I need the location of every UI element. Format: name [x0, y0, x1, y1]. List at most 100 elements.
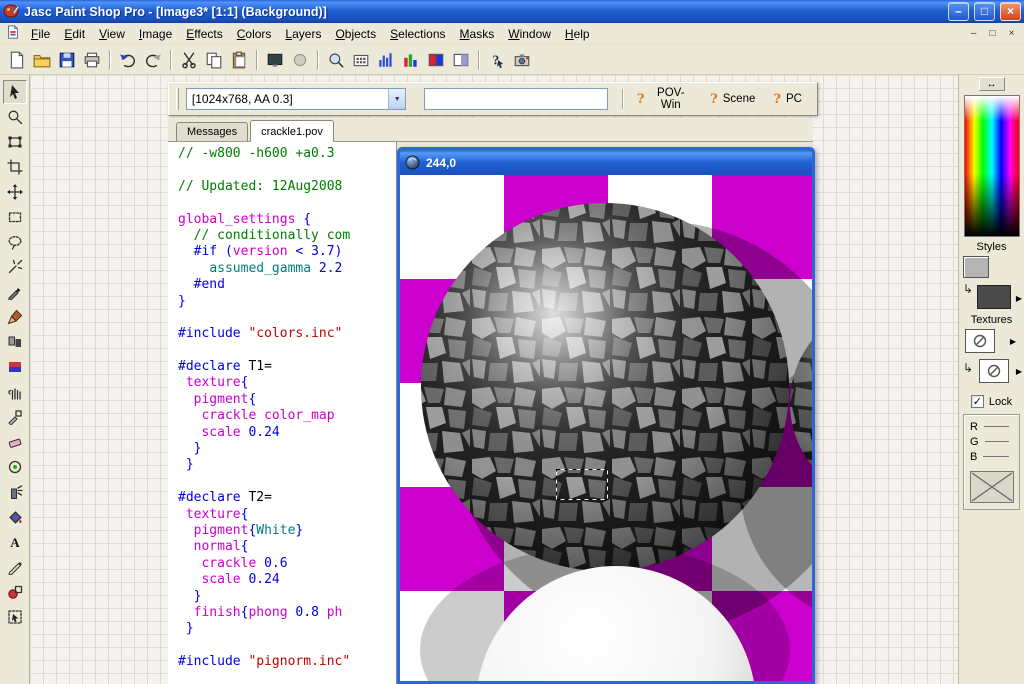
code-area[interactable]: // -w800 -h600 +a0.3 // Updated: 12Aug20… [168, 142, 397, 684]
tool-airbrush-button[interactable] [3, 480, 27, 504]
render-window: 244,0 [397, 147, 815, 684]
tool-crop-button[interactable] [3, 155, 27, 179]
text-entry-button[interactable] [349, 48, 373, 72]
dropdown-arrow-icon[interactable]: ▼ [388, 89, 405, 109]
color-palette-button[interactable] [424, 48, 448, 72]
menu-window[interactable]: Window [501, 24, 558, 44]
browse-button[interactable] [324, 48, 348, 72]
tool-paint-brush-button[interactable] [3, 305, 27, 329]
swap-styles-icon[interactable]: ↳ [963, 282, 973, 296]
full-screen-preview-button[interactable] [263, 48, 287, 72]
tool-object-selector-button[interactable] [3, 605, 27, 629]
menu-effects[interactable]: Effects [179, 24, 229, 44]
tool-eraser-button[interactable] [3, 430, 27, 454]
context-help-button[interactable]: ? [485, 48, 509, 72]
toolbar-grip[interactable] [176, 88, 179, 110]
copy-icon [205, 51, 223, 69]
tab-crackle1-pov[interactable]: crackle1.pov [250, 120, 334, 142]
tab-messages[interactable]: Messages [176, 122, 248, 141]
restore-button[interactable]: □ [974, 2, 995, 21]
print-button[interactable] [80, 48, 104, 72]
background-texture-swatch[interactable] [979, 359, 1009, 383]
menu-view[interactable]: View [92, 24, 132, 44]
crossed-out-icon [971, 472, 1013, 502]
tool-magic-wand-button[interactable] [3, 255, 27, 279]
normal-viewing-button[interactable] [288, 48, 312, 72]
screen-split-button[interactable] [449, 48, 473, 72]
render-image[interactable] [400, 175, 812, 681]
mdi-minimize-button[interactable]: – [965, 26, 982, 41]
menu-image[interactable]: Image [132, 24, 179, 44]
texture-flyout-arrow-icon[interactable]: ▶ [1016, 367, 1022, 376]
printer-icon [83, 51, 101, 69]
render-window-titlebar[interactable]: 244,0 [400, 150, 812, 175]
tool-dropper-button[interactable] [3, 280, 27, 304]
save-disk-icon [58, 51, 76, 69]
menu-help[interactable]: Help [558, 24, 597, 44]
menu-layers[interactable]: Layers [278, 24, 328, 44]
copy-button[interactable] [202, 48, 226, 72]
tool-flood-fill-button[interactable] [3, 505, 27, 529]
b-label: B [970, 451, 977, 463]
pov-help-icon: ? [637, 92, 645, 107]
minimize-button[interactable]: – [948, 2, 969, 21]
open-button[interactable] [30, 48, 54, 72]
checkbox-check-icon: ✓ [971, 395, 984, 408]
tool-text-button[interactable]: A [3, 530, 27, 554]
menu-edit[interactable]: Edit [57, 24, 92, 44]
deform-tool-icon [7, 134, 23, 150]
tool-zoom-button[interactable] [3, 105, 27, 129]
context-help-icon: ? [488, 51, 506, 69]
tool-selection-button[interactable] [3, 205, 27, 229]
capture-button[interactable] [510, 48, 534, 72]
chart-button[interactable] [399, 48, 423, 72]
mdi-close-button[interactable]: × [1003, 26, 1020, 41]
color-picker[interactable] [964, 95, 1020, 237]
scratch-remover-icon [7, 409, 23, 425]
texture-flyout-arrow-icon[interactable]: ▶ [1010, 337, 1016, 346]
scene-button[interactable]: ?Scene [701, 88, 764, 111]
tool-mover-button[interactable] [3, 180, 27, 204]
background-style-swatch[interactable] [977, 285, 1011, 309]
tool-picture-tube-button[interactable] [3, 455, 27, 479]
render-command-input[interactable] [424, 88, 608, 110]
new-button[interactable] [5, 48, 29, 72]
tool-color-replacer-button[interactable] [3, 355, 27, 379]
foreground-texture-swatch[interactable] [965, 329, 995, 353]
lock-checkbox[interactable]: ✓ Lock [959, 395, 1024, 408]
swap-textures-icon[interactable]: ↳ [963, 361, 973, 375]
palette-resize-handle[interactable]: ↔ [979, 77, 1005, 91]
foreground-style-swatch[interactable] [963, 256, 989, 278]
style-flyout-arrow-icon[interactable]: ▶ [1016, 294, 1022, 303]
menu-objects[interactable]: Objects [328, 24, 383, 44]
histogram-button[interactable] [374, 48, 398, 72]
save-button[interactable] [55, 48, 79, 72]
rgb-row-b: B [966, 449, 1017, 464]
menu-masks[interactable]: Masks [453, 24, 502, 44]
app-icon [3, 2, 19, 21]
tool-draw-button[interactable] [3, 555, 27, 579]
tool-arrow-button[interactable] [3, 80, 27, 104]
tool-freehand-button[interactable] [3, 230, 27, 254]
tool-clone-brush-button[interactable] [3, 330, 27, 354]
menu-file[interactable]: File [24, 24, 57, 44]
mdi-restore-button[interactable]: □ [984, 26, 1001, 41]
menu-colors[interactable]: Colors [230, 24, 279, 44]
render-preset-dropdown[interactable]: [1024x768, AA 0.3] ▼ [186, 88, 406, 110]
tool-retouch-button[interactable] [3, 380, 27, 404]
menu-selections[interactable]: Selections [383, 24, 452, 44]
tool-scratch-remover-button[interactable] [3, 405, 27, 429]
redo-button[interactable] [141, 48, 165, 72]
pc-label: PC [786, 93, 802, 105]
tool-deform-button[interactable] [3, 130, 27, 154]
pc-button[interactable]: ?PC [764, 88, 811, 111]
pov-win-button[interactable]: ?POV-Win [628, 83, 701, 115]
styles-swatches: ↳ ▶ [959, 254, 1024, 312]
canvas-area[interactable]: [1024x768, AA 0.3] ▼ ?POV-Win ?Scene ?PC… [30, 75, 958, 684]
paste-button[interactable] [227, 48, 251, 72]
tool-preset-shapes-button[interactable] [3, 580, 27, 604]
undo-button[interactable] [116, 48, 140, 72]
close-button[interactable]: × [1000, 2, 1021, 21]
cut-button[interactable] [177, 48, 201, 72]
g-label: G [970, 436, 979, 448]
